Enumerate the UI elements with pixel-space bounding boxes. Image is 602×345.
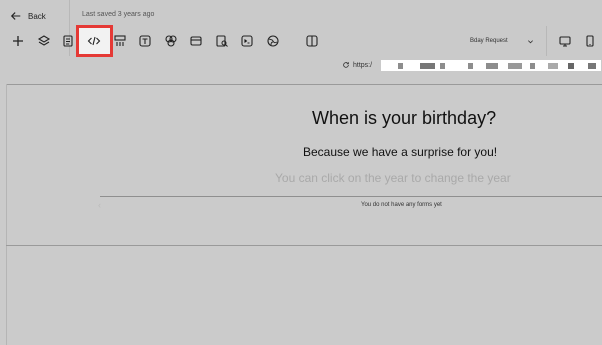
- add-button[interactable]: [9, 32, 27, 50]
- back-button[interactable]: Back: [10, 9, 46, 23]
- page-subheading: Because we have a surprise for you!: [303, 145, 498, 159]
- split-view-icon: [306, 35, 318, 47]
- editor-toolbar: Back Last saved 3 years ago Bday Request: [0, 0, 602, 84]
- redaction-block: [588, 63, 596, 69]
- code-icon: [87, 36, 101, 46]
- chevron-down-icon: [528, 39, 533, 43]
- arrow-left-icon: [10, 12, 21, 20]
- search-doc-button[interactable]: [213, 32, 231, 50]
- collapse-handle-icon[interactable]: ‹: [98, 200, 101, 210]
- text-button[interactable]: [136, 32, 154, 50]
- last-saved-text: Last saved 3 years ago: [82, 11, 155, 18]
- layers-icon: [37, 35, 51, 46]
- shapes-button[interactable]: [162, 32, 180, 50]
- redaction-block: [468, 63, 473, 69]
- component-button[interactable]: [111, 32, 129, 50]
- terminal-button[interactable]: [238, 32, 256, 50]
- canvas-left-border: [6, 84, 7, 345]
- mobile-view-button[interactable]: [581, 32, 599, 50]
- plus-icon: [13, 36, 23, 46]
- form-icon: [63, 35, 73, 47]
- shapes-icon: [165, 35, 177, 47]
- back-label: Back: [28, 11, 46, 21]
- text-icon: [139, 35, 151, 47]
- page-select[interactable]: Bday Request: [470, 35, 534, 47]
- panel-icon: [190, 36, 202, 46]
- redaction-block: [548, 63, 558, 69]
- url-prefix: https:/: [353, 61, 373, 69]
- section-divider: [6, 245, 602, 246]
- search-doc-icon: [216, 35, 228, 47]
- globe-icon: [267, 35, 279, 47]
- redaction-block: [486, 63, 498, 69]
- form-button[interactable]: [59, 32, 77, 50]
- desktop-view-button[interactable]: [556, 32, 574, 50]
- layers-button[interactable]: [35, 32, 53, 50]
- redaction-block: [568, 63, 574, 69]
- globe-button[interactable]: [264, 32, 282, 50]
- redaction-block: [440, 63, 445, 69]
- refresh-icon[interactable]: [342, 61, 350, 69]
- form-container-border: [100, 196, 602, 197]
- year-hint-text: You can click on the year to change the …: [275, 171, 511, 185]
- split-view-button[interactable]: [303, 32, 321, 50]
- page-heading: When is your birthday?: [312, 108, 497, 128]
- canvas-top-border: [6, 84, 602, 85]
- empty-forms-message: You do not have any forms yet: [361, 202, 442, 208]
- divider: [546, 26, 547, 56]
- desktop-icon: [559, 36, 571, 47]
- panel-button[interactable]: [187, 32, 205, 50]
- terminal-icon: [241, 35, 253, 47]
- page-select-value: Bday Request: [470, 38, 508, 44]
- mobile-icon: [586, 35, 594, 47]
- component-icon: [114, 35, 126, 46]
- redaction-block: [420, 63, 435, 69]
- redaction-block: [508, 63, 522, 69]
- redaction-block: [398, 63, 403, 69]
- code-button[interactable]: [85, 32, 103, 50]
- redaction-block: [530, 63, 535, 69]
- url-bar[interactable]: https:/: [342, 59, 372, 71]
